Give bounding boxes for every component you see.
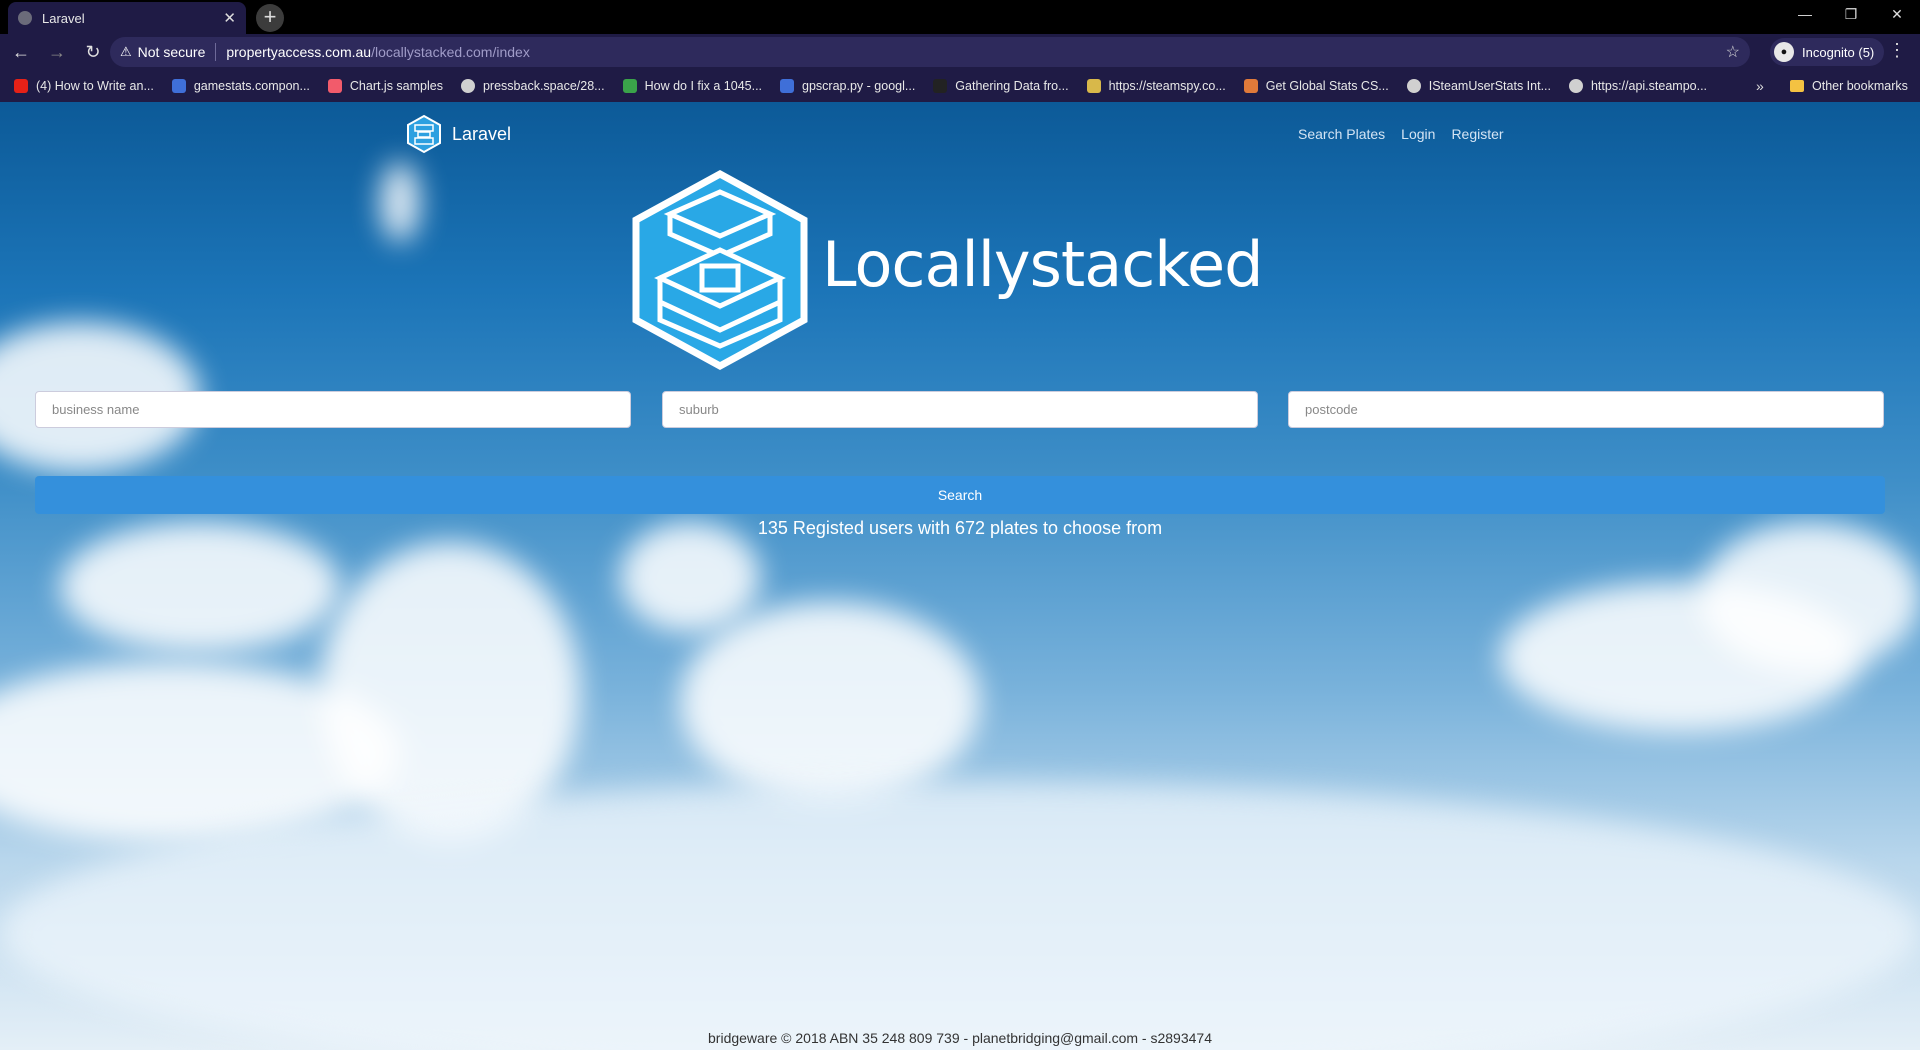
url-host: propertyaccess.com.au bbox=[226, 44, 372, 60]
cloud-decoration bbox=[60, 522, 340, 652]
divider bbox=[215, 43, 217, 61]
other-bookmarks-label: Other bookmarks bbox=[1812, 79, 1908, 93]
footer-text: bridgeware © 2018 ABN 35 248 809 739 - p… bbox=[708, 1030, 1212, 1046]
tab-close-icon[interactable]: ✕ bbox=[223, 9, 236, 27]
browser-toolbar: ← → ↻ ⚠ Not secure propertyaccess.com.au… bbox=[0, 34, 1920, 70]
bookmark-label: pressback.space/28... bbox=[482, 79, 605, 93]
cloud-decoration bbox=[380, 162, 420, 242]
browser-titlebar: Laravel ✕ + — ❐ ✕ bbox=[0, 0, 1920, 34]
window-close-icon[interactable]: ✕ bbox=[1874, 0, 1920, 30]
back-arrow-icon[interactable]: ← bbox=[6, 37, 36, 67]
incognito-icon: ● bbox=[1774, 42, 1794, 62]
reload-icon[interactable]: ↻ bbox=[78, 37, 108, 67]
hexagon-logo-icon bbox=[632, 170, 808, 370]
bookmark-label: ISteamUserStats Int... bbox=[1428, 79, 1551, 93]
suburb-input[interactable] bbox=[662, 391, 1258, 428]
bookmark-label: gpscrap.py - googl... bbox=[802, 79, 916, 93]
chevron-double-right-icon[interactable]: » bbox=[1756, 78, 1764, 94]
profile-label: Incognito (5) bbox=[1802, 44, 1875, 60]
nav-link-register[interactable]: Register bbox=[1451, 126, 1503, 142]
kebab-menu-icon[interactable]: ⋮ bbox=[1888, 40, 1906, 61]
cloud-decoration bbox=[1700, 522, 1920, 672]
nav-brand[interactable]: Laravel bbox=[406, 114, 511, 154]
bookmarks-bar: (4) How to Write an... gamestats.compon.… bbox=[0, 70, 1920, 102]
steamspy-icon bbox=[1086, 79, 1101, 93]
bookmark-item[interactable]: gamestats.compon... bbox=[171, 79, 310, 93]
bookmark-item[interactable]: Gathering Data fro... bbox=[933, 79, 1069, 93]
nav-link-search-plates[interactable]: Search Plates bbox=[1298, 126, 1385, 142]
security-label: Not secure bbox=[137, 44, 206, 60]
url-path: /locallystacked.com/index bbox=[371, 44, 530, 60]
globe-icon bbox=[1568, 79, 1583, 93]
window-controls: — ❐ ✕ bbox=[1782, 0, 1920, 30]
hero-title: Locallystacked bbox=[822, 228, 1263, 301]
address-bar[interactable]: ⚠ Not secure propertyaccess.com.au /loca… bbox=[110, 37, 1750, 67]
bookmark-star-icon[interactable]: ☆ bbox=[1726, 42, 1740, 62]
bookmark-item[interactable]: How do I fix a 1045... bbox=[622, 79, 763, 93]
hexagon-logo-icon bbox=[407, 114, 441, 154]
bookmark-item[interactable]: https://api.steampo... bbox=[1568, 79, 1708, 93]
search-button[interactable]: Search bbox=[35, 476, 1885, 514]
new-tab-button[interactable]: + bbox=[256, 4, 284, 32]
bookmark-label: Get Global Stats CS... bbox=[1265, 79, 1389, 93]
nav-links: Search Plates Login Register bbox=[1298, 126, 1504, 142]
chartjs-icon bbox=[327, 79, 342, 93]
bookmark-item[interactable]: (4) How to Write an... bbox=[14, 79, 154, 93]
tab-title: Laravel bbox=[42, 10, 85, 26]
bookmark-label: https://api.steampo... bbox=[1590, 79, 1708, 93]
site-favicon-icon bbox=[780, 79, 795, 93]
site-favicon-icon bbox=[933, 79, 948, 93]
nav-link-login[interactable]: Login bbox=[1401, 126, 1435, 142]
bookmark-item[interactable]: Chart.js samples bbox=[327, 79, 443, 93]
globe-icon bbox=[460, 79, 475, 93]
bookmark-item[interactable]: Get Global Stats CS... bbox=[1243, 79, 1389, 93]
bookmark-label: https://steamspy.co... bbox=[1108, 79, 1226, 93]
youtube-icon bbox=[14, 79, 28, 93]
page-content: Laravel Search Plates Login Register Loc… bbox=[0, 102, 1920, 1050]
site-favicon-icon bbox=[171, 79, 186, 93]
bookmark-label: How do I fix a 1045... bbox=[644, 79, 763, 93]
bookmark-label: (4) How to Write an... bbox=[36, 79, 154, 93]
cube-icon bbox=[622, 79, 637, 93]
globe-icon bbox=[1406, 79, 1421, 93]
bookmark-label: Gathering Data fro... bbox=[955, 79, 1069, 93]
bookmark-label: gamestats.compon... bbox=[193, 79, 310, 93]
bookmark-item[interactable]: ISteamUserStats Int... bbox=[1406, 79, 1551, 93]
stats-text: 135 Registed users with 672 plates to ch… bbox=[757, 518, 1163, 538]
forward-arrow-icon[interactable]: → bbox=[42, 37, 72, 67]
brand-label: Laravel bbox=[452, 123, 512, 144]
business-name-input[interactable] bbox=[35, 391, 631, 428]
browser-tab[interactable]: Laravel ✕ bbox=[8, 2, 246, 34]
other-bookmarks[interactable]: Other bookmarks bbox=[1790, 70, 1908, 102]
cloud-decoration bbox=[680, 602, 980, 802]
postcode-input[interactable] bbox=[1288, 391, 1884, 428]
bookmark-item[interactable]: https://steamspy.co... bbox=[1086, 79, 1226, 93]
bookmark-item[interactable]: gpscrap.py - googl... bbox=[780, 79, 915, 93]
bookmark-item[interactable]: pressback.space/28... bbox=[460, 79, 605, 93]
profile-button[interactable]: ● Incognito (5) bbox=[1770, 38, 1885, 66]
warning-icon: ⚠ bbox=[120, 44, 132, 59]
globe-icon bbox=[18, 11, 32, 25]
site-favicon-icon bbox=[1243, 79, 1258, 93]
minimize-icon[interactable]: — bbox=[1782, 0, 1828, 30]
restore-icon[interactable]: ❐ bbox=[1828, 0, 1874, 30]
bookmark-label: Chart.js samples bbox=[349, 79, 443, 93]
folder-icon bbox=[1790, 80, 1804, 92]
